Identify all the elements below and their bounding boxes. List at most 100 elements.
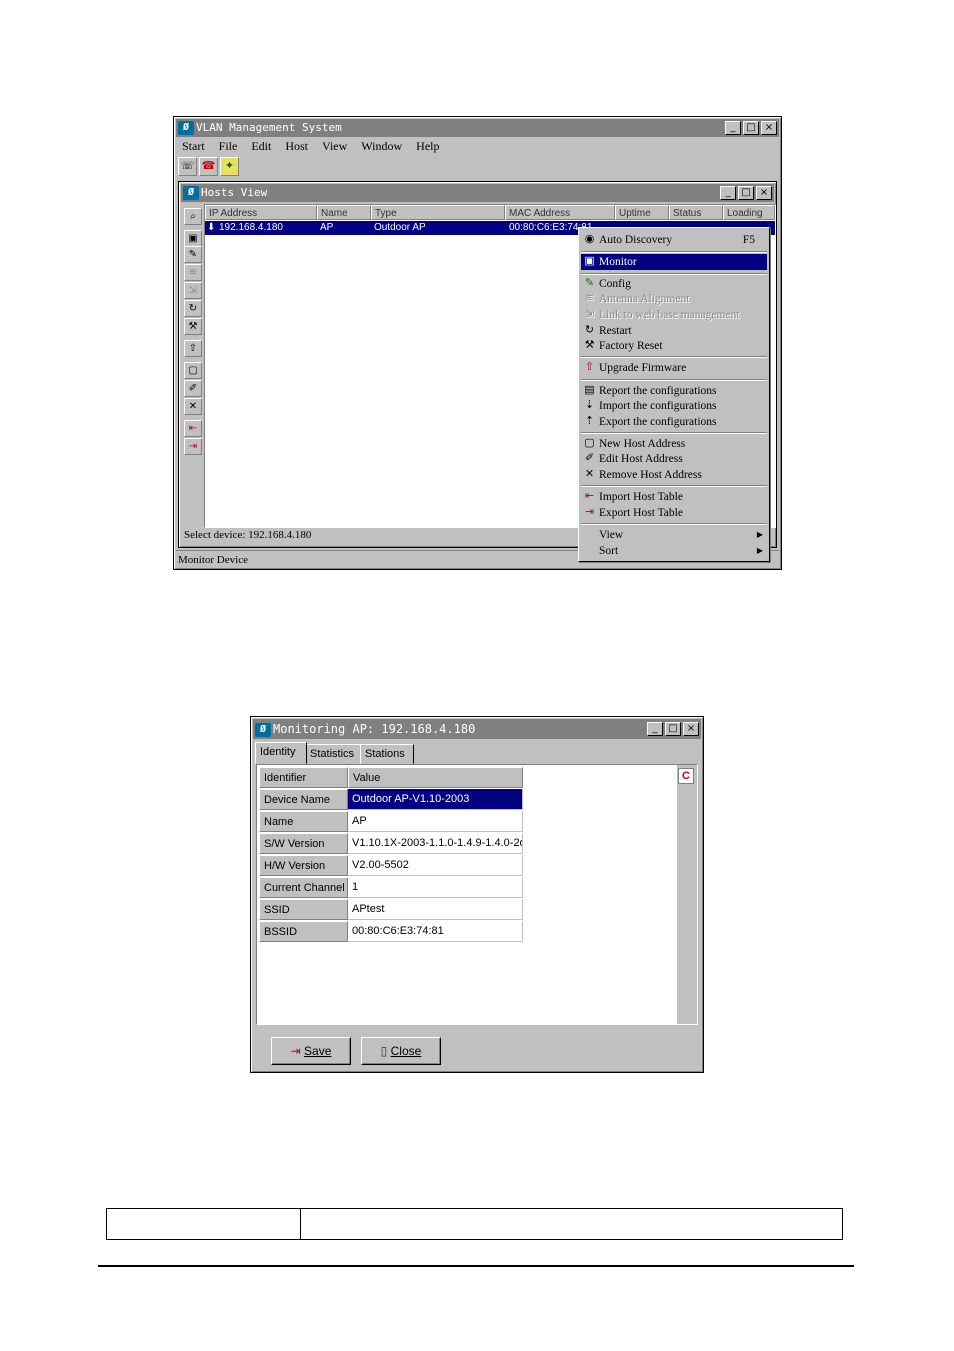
minimize-button[interactable]: _	[725, 121, 741, 135]
col-loading[interactable]: Loading	[723, 205, 775, 220]
row-value-bssid[interactable]: 00:80:C6:E3:74:81	[348, 921, 523, 942]
row-name: AP	[320, 222, 334, 233]
binoculars-icon: ◉	[584, 233, 595, 245]
config-icon: ✎	[584, 277, 595, 289]
submenu-arrow-icon: ▶	[756, 546, 763, 555]
menu-item-import-host-table[interactable]: ⇤ Import Host Table	[581, 489, 767, 505]
restart-icon: ↻	[584, 324, 595, 336]
col-ip-address[interactable]: IP Address	[205, 205, 317, 220]
export-config-icon: ⇡	[584, 415, 595, 427]
vt-binoculars-icon[interactable]: ⌕	[184, 208, 202, 225]
row-type: Outdoor AP	[374, 222, 426, 233]
menu-item-report-config[interactable]: ▤ Report the configurations	[581, 383, 767, 399]
menu-item-config[interactable]: ✎ Config	[581, 276, 767, 292]
hosts-minimize-button[interactable]: _	[720, 186, 736, 200]
vt-factory-reset-icon[interactable]: ⚒	[184, 318, 202, 335]
vt-restart-icon[interactable]: ↻	[184, 300, 202, 317]
row-value-sw-version[interactable]: V1.10.1X-2003-1.1.0-1.4.9-1.4.0-2o	[348, 833, 523, 854]
menu-start[interactable]: Start	[182, 138, 205, 154]
menu-item-sort[interactable]: Sort ▶	[581, 543, 767, 559]
menu-separator	[581, 485, 767, 487]
vlan-title-bar[interactable]: Ø VLAN Management System _ □ ×	[176, 119, 779, 137]
hosts-view-title-bar[interactable]: Ø Hosts View _ □ ×	[181, 184, 774, 202]
auto-discovery-icon[interactable]: ☏	[178, 157, 197, 176]
phone-icon[interactable]: ☎	[199, 157, 218, 176]
header-identifier: Identifier	[259, 767, 348, 788]
menu-item-factory-reset[interactable]: ⚒ Factory Reset	[581, 338, 767, 354]
row-label-bssid: BSSID	[259, 921, 348, 942]
vt-new-host-icon[interactable]: ▢	[184, 362, 202, 379]
menu-separator	[581, 432, 767, 434]
factory-reset-icon: ⚒	[584, 339, 595, 351]
col-type[interactable]: Type	[371, 205, 505, 220]
menu-item-new-host[interactable]: ▢ New Host Address	[581, 436, 767, 452]
hosts-view-logo-icon: Ø	[183, 186, 199, 200]
vt-antenna-icon[interactable]: ≋	[184, 264, 202, 281]
web-link-icon: ⇲	[584, 308, 595, 320]
vertical-scrollbar[interactable]	[677, 765, 697, 1024]
vt-edit-host-icon[interactable]: ✐	[184, 380, 202, 397]
vt-remove-host-icon[interactable]: ✕	[184, 398, 202, 415]
menu-separator	[581, 523, 767, 525]
hosts-close-button[interactable]: ×	[756, 186, 772, 200]
menu-file[interactable]: File	[219, 138, 238, 154]
tab-statistics[interactable]: Statistics	[305, 744, 361, 764]
menu-item-remove-host[interactable]: ✕ Remove Host Address	[581, 467, 767, 483]
menu-view[interactable]: View	[322, 138, 347, 154]
exit-icon[interactable]: ✦	[220, 157, 239, 176]
vt-upgrade-icon[interactable]: ⇧	[184, 340, 202, 357]
menu-item-antenna-alignment: ≋ Antenna Alignment	[584, 292, 690, 305]
hosts-maximize-button[interactable]: □	[738, 186, 754, 200]
row-ip: 192.168.4.180	[219, 222, 283, 233]
menu-item-edit-host[interactable]: ✐ Edit Host Address	[581, 451, 767, 467]
close-dialog-button[interactable]: ▯ Close	[361, 1037, 441, 1065]
monitor-close-button[interactable]: ×	[683, 722, 699, 736]
vt-import-table-icon[interactable]: ⇤	[184, 420, 202, 437]
menu-item-import-config[interactable]: ⇣ Import the configurations	[581, 398, 767, 414]
col-mac-address[interactable]: MAC Address	[505, 205, 615, 220]
menu-item-export-host-table[interactable]: ⇥ Export Host Table	[581, 505, 767, 521]
monitoring-title-bar[interactable]: Ø Monitoring AP: 192.168.4.180 _ □ ×	[253, 719, 701, 739]
document-table-divider	[300, 1209, 301, 1239]
monitoring-window-title: Monitoring AP: 192.168.4.180	[273, 722, 476, 736]
row-value-current-channel[interactable]: 1	[348, 877, 523, 898]
menu-window[interactable]: Window	[361, 138, 402, 154]
upgrade-icon: ⇧	[584, 361, 595, 373]
col-name[interactable]: Name	[317, 205, 371, 220]
row-value-hw-version[interactable]: V2.00-5502	[348, 855, 523, 876]
import-table-icon: ⇤	[584, 490, 595, 502]
menu-item-monitor[interactable]: ▣ Monitor	[581, 254, 767, 270]
save-button[interactable]: ⇥ Save	[271, 1037, 351, 1065]
tab-stations[interactable]: Stations	[360, 744, 414, 764]
menu-edit[interactable]: Edit	[251, 138, 271, 154]
row-value-name[interactable]: AP	[348, 811, 523, 832]
row-value-device-name[interactable]: Outdoor AP-V1.10-2003	[348, 789, 523, 810]
menu-item-view[interactable]: View ▶	[581, 527, 767, 543]
monitor-minimize-button[interactable]: _	[647, 722, 663, 736]
import-config-icon: ⇣	[584, 399, 595, 411]
menu-item-auto-discovery[interactable]: ◉ Auto Discovery F5	[581, 232, 767, 248]
menu-item-upgrade-firmware[interactable]: ⇧ Upgrade Firmware	[581, 360, 767, 376]
document-table	[106, 1208, 843, 1240]
tab-identity[interactable]: Identity	[255, 742, 307, 764]
menu-help[interactable]: Help	[416, 138, 439, 154]
monitor-maximize-button[interactable]: □	[665, 722, 681, 736]
vt-export-table-icon[interactable]: ⇥	[184, 438, 202, 455]
vt-monitor-icon[interactable]: ▣	[184, 230, 202, 247]
menu-item-export-config[interactable]: ⇡ Export the configurations	[581, 414, 767, 430]
menu-item-restart[interactable]: ↻ Restart	[581, 323, 767, 339]
close-button[interactable]: ×	[761, 121, 777, 135]
col-uptime[interactable]: Uptime	[615, 205, 669, 220]
identity-panel: Identifier Value Device Name Outdoor AP-…	[256, 764, 698, 1025]
menu-host[interactable]: Host	[285, 138, 308, 154]
export-table-icon: ⇥	[584, 506, 595, 518]
vt-web-link-icon[interactable]: ⇲	[184, 282, 202, 299]
row-value-ssid[interactable]: APtest	[348, 899, 523, 920]
page-footer-rule	[98, 1265, 854, 1267]
monitoring-window: Ø Monitoring AP: 192.168.4.180 _ □ × Iden…	[250, 716, 704, 1073]
vt-config-icon[interactable]: ✎	[184, 246, 202, 263]
report-icon: ▤	[584, 384, 595, 396]
main-toolbar: ☏ ☎ ✦	[178, 157, 239, 177]
maximize-button[interactable]: □	[743, 121, 759, 135]
col-status[interactable]: Status	[669, 205, 723, 220]
